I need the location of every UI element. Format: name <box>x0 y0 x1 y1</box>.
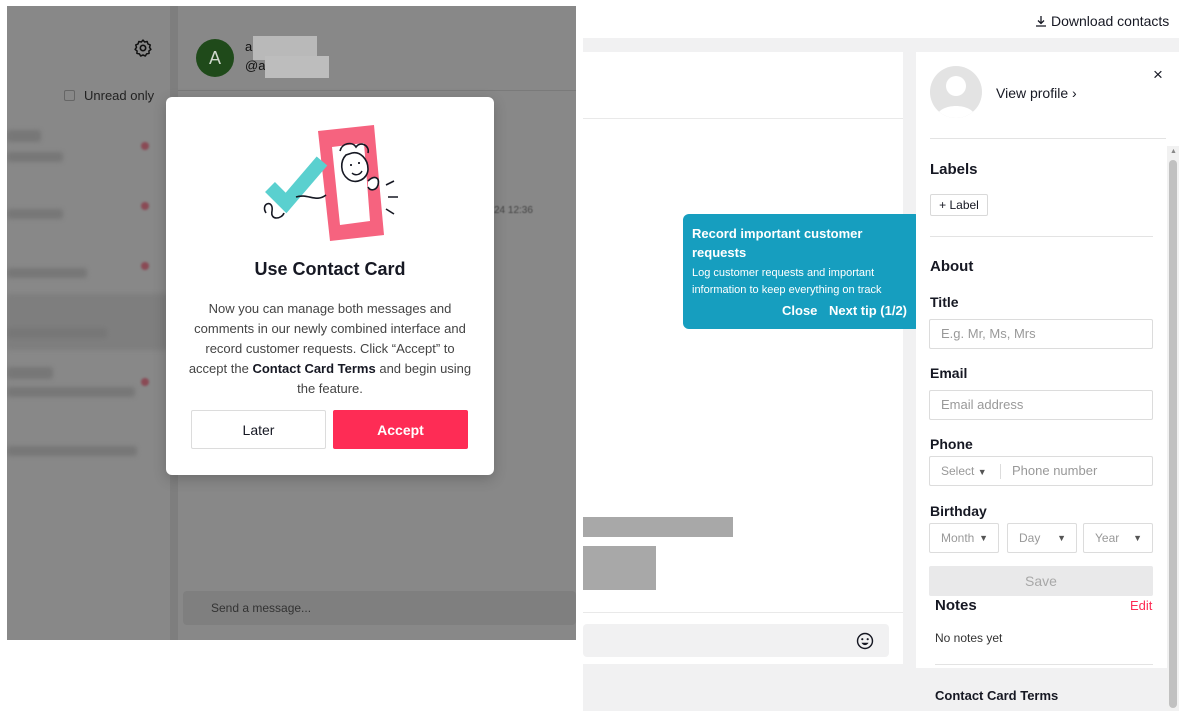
message-input[interactable]: Send a message... <box>183 591 576 625</box>
about-section-title: About <box>930 258 974 275</box>
message-input[interactable] <box>583 624 889 657</box>
message-input-placeholder: Send a message... <box>211 601 312 615</box>
country-code-select[interactable]: Select ▼ <box>941 457 987 486</box>
avatar[interactable] <box>930 66 982 118</box>
composer-divider <box>583 612 903 613</box>
list-item-preview <box>7 152 63 162</box>
birthday-month-label: Month <box>941 531 975 545</box>
chevron-right-icon: › <box>1072 85 1077 101</box>
divider <box>930 138 1166 139</box>
divider <box>1000 464 1001 479</box>
tooltip-next-button[interactable]: Next tip (1/2) <box>829 303 907 318</box>
caret-down-icon: ▼ <box>1133 533 1142 543</box>
scroll-up-icon[interactable]: ▲ <box>1170 148 1177 155</box>
scrollbar-thumb[interactable] <box>1169 160 1177 708</box>
save-button[interactable]: Save <box>929 566 1153 596</box>
contact-card-modal: Use Contact Card Now you can manage both… <box>166 97 494 475</box>
list-item[interactable] <box>7 328 107 338</box>
birthday-day-select[interactable]: Day ▼ <box>1007 523 1077 553</box>
redacted-message <box>583 546 656 590</box>
birthday-month-select[interactable]: Month ▼ <box>929 523 999 553</box>
download-icon <box>1036 16 1046 27</box>
caret-down-icon: ▼ <box>977 467 987 477</box>
list-item[interactable] <box>7 130 41 142</box>
list-item[interactable] <box>7 446 137 456</box>
list-item[interactable] <box>7 209 63 219</box>
unread-dot <box>141 142 149 150</box>
edit-notes-button[interactable]: Edit <box>1130 598 1152 613</box>
add-label-text: Label <box>949 198 979 212</box>
notes-section-title: Notes <box>935 597 977 614</box>
contact-card-illustration <box>263 125 398 241</box>
gear-icon[interactable] <box>133 38 153 58</box>
country-code-select-label: Select <box>941 464 975 478</box>
phone-field-label: Phone <box>930 436 973 452</box>
plus-icon: + <box>939 198 947 212</box>
onboarding-tooltip: Record important customer requests Log c… <box>683 214 927 329</box>
conversation-panel <box>583 52 903 664</box>
email-field-label: Email <box>930 365 968 381</box>
birthday-field-label: Birthday <box>930 503 987 519</box>
modal-description: Now you can manage both messages and com… <box>188 299 472 399</box>
scrollbar[interactable]: ▲ <box>1167 146 1179 711</box>
divider <box>935 664 1153 665</box>
title-input[interactable]: E.g. Mr, Ms, Mrs <box>929 319 1153 349</box>
inbox-overlay-screen: Unread only A a @a 24 12:36 Send a messa… <box>7 6 576 640</box>
divider <box>930 236 1153 237</box>
redaction-block <box>265 56 329 78</box>
unread-dot <box>141 202 149 210</box>
chat-header-divider <box>178 90 576 91</box>
download-contacts-button[interactable]: Download contacts <box>1035 13 1169 29</box>
modal-title: Use Contact Card <box>254 259 406 279</box>
close-icon[interactable]: × <box>1153 65 1163 85</box>
later-button[interactable]: Later <box>191 410 326 449</box>
contact-card-terms-link[interactable]: Contact Card Terms <box>252 361 375 376</box>
list-item-selected[interactable] <box>7 294 170 350</box>
message-timestamp: 24 12:36 <box>494 205 533 216</box>
tooltip-close-button[interactable]: Close <box>782 303 817 318</box>
contact-card-terms-link[interactable]: Contact Card Terms <box>935 688 1058 703</box>
unread-only-checkbox[interactable] <box>64 90 75 101</box>
tooltip-body: Log customer requests and important info… <box>692 267 882 296</box>
unread-only-label: Unread only <box>84 88 155 103</box>
emoji-icon[interactable] <box>856 632 874 650</box>
unread-dot <box>141 262 149 270</box>
default-avatar-icon <box>936 76 976 118</box>
caret-down-icon: ▼ <box>979 533 988 543</box>
avatar: A <box>196 39 234 77</box>
chat-contact-name: a <box>245 39 253 54</box>
phone-field: Select ▼ Phone number <box>929 456 1153 486</box>
birthday-day-label: Day <box>1019 531 1041 545</box>
caret-down-icon: ▼ <box>1057 533 1066 543</box>
unread-dot <box>141 378 149 386</box>
email-input[interactable]: Email address <box>929 390 1153 420</box>
add-label-button[interactable]: + Label <box>930 194 988 216</box>
view-profile-link[interactable]: View profile › <box>996 85 1077 101</box>
labels-section-title: Labels <box>930 161 978 178</box>
download-contacts-label: Download contacts <box>1051 13 1170 29</box>
notes-empty-text: No notes yet <box>935 631 1003 645</box>
redacted-message <box>583 517 733 537</box>
birthday-year-select[interactable]: Year ▼ <box>1083 523 1153 553</box>
title-field-label: Title <box>930 294 959 310</box>
view-profile-label: View profile <box>996 85 1069 101</box>
conversation-header-divider <box>583 118 903 119</box>
phone-number-input[interactable]: Phone number <box>1012 457 1097 485</box>
contact-card-panel: View profile › × Labels + Label About Ti… <box>916 52 1179 668</box>
tooltip-title: Record important customer requests <box>692 226 863 260</box>
birthday-year-label: Year <box>1095 531 1120 545</box>
chat-contact-handle: @a <box>245 58 266 73</box>
list-item[interactable] <box>7 268 87 278</box>
accept-button[interactable]: Accept <box>333 410 468 449</box>
list-item[interactable] <box>7 367 53 379</box>
list-item-preview <box>7 387 135 397</box>
